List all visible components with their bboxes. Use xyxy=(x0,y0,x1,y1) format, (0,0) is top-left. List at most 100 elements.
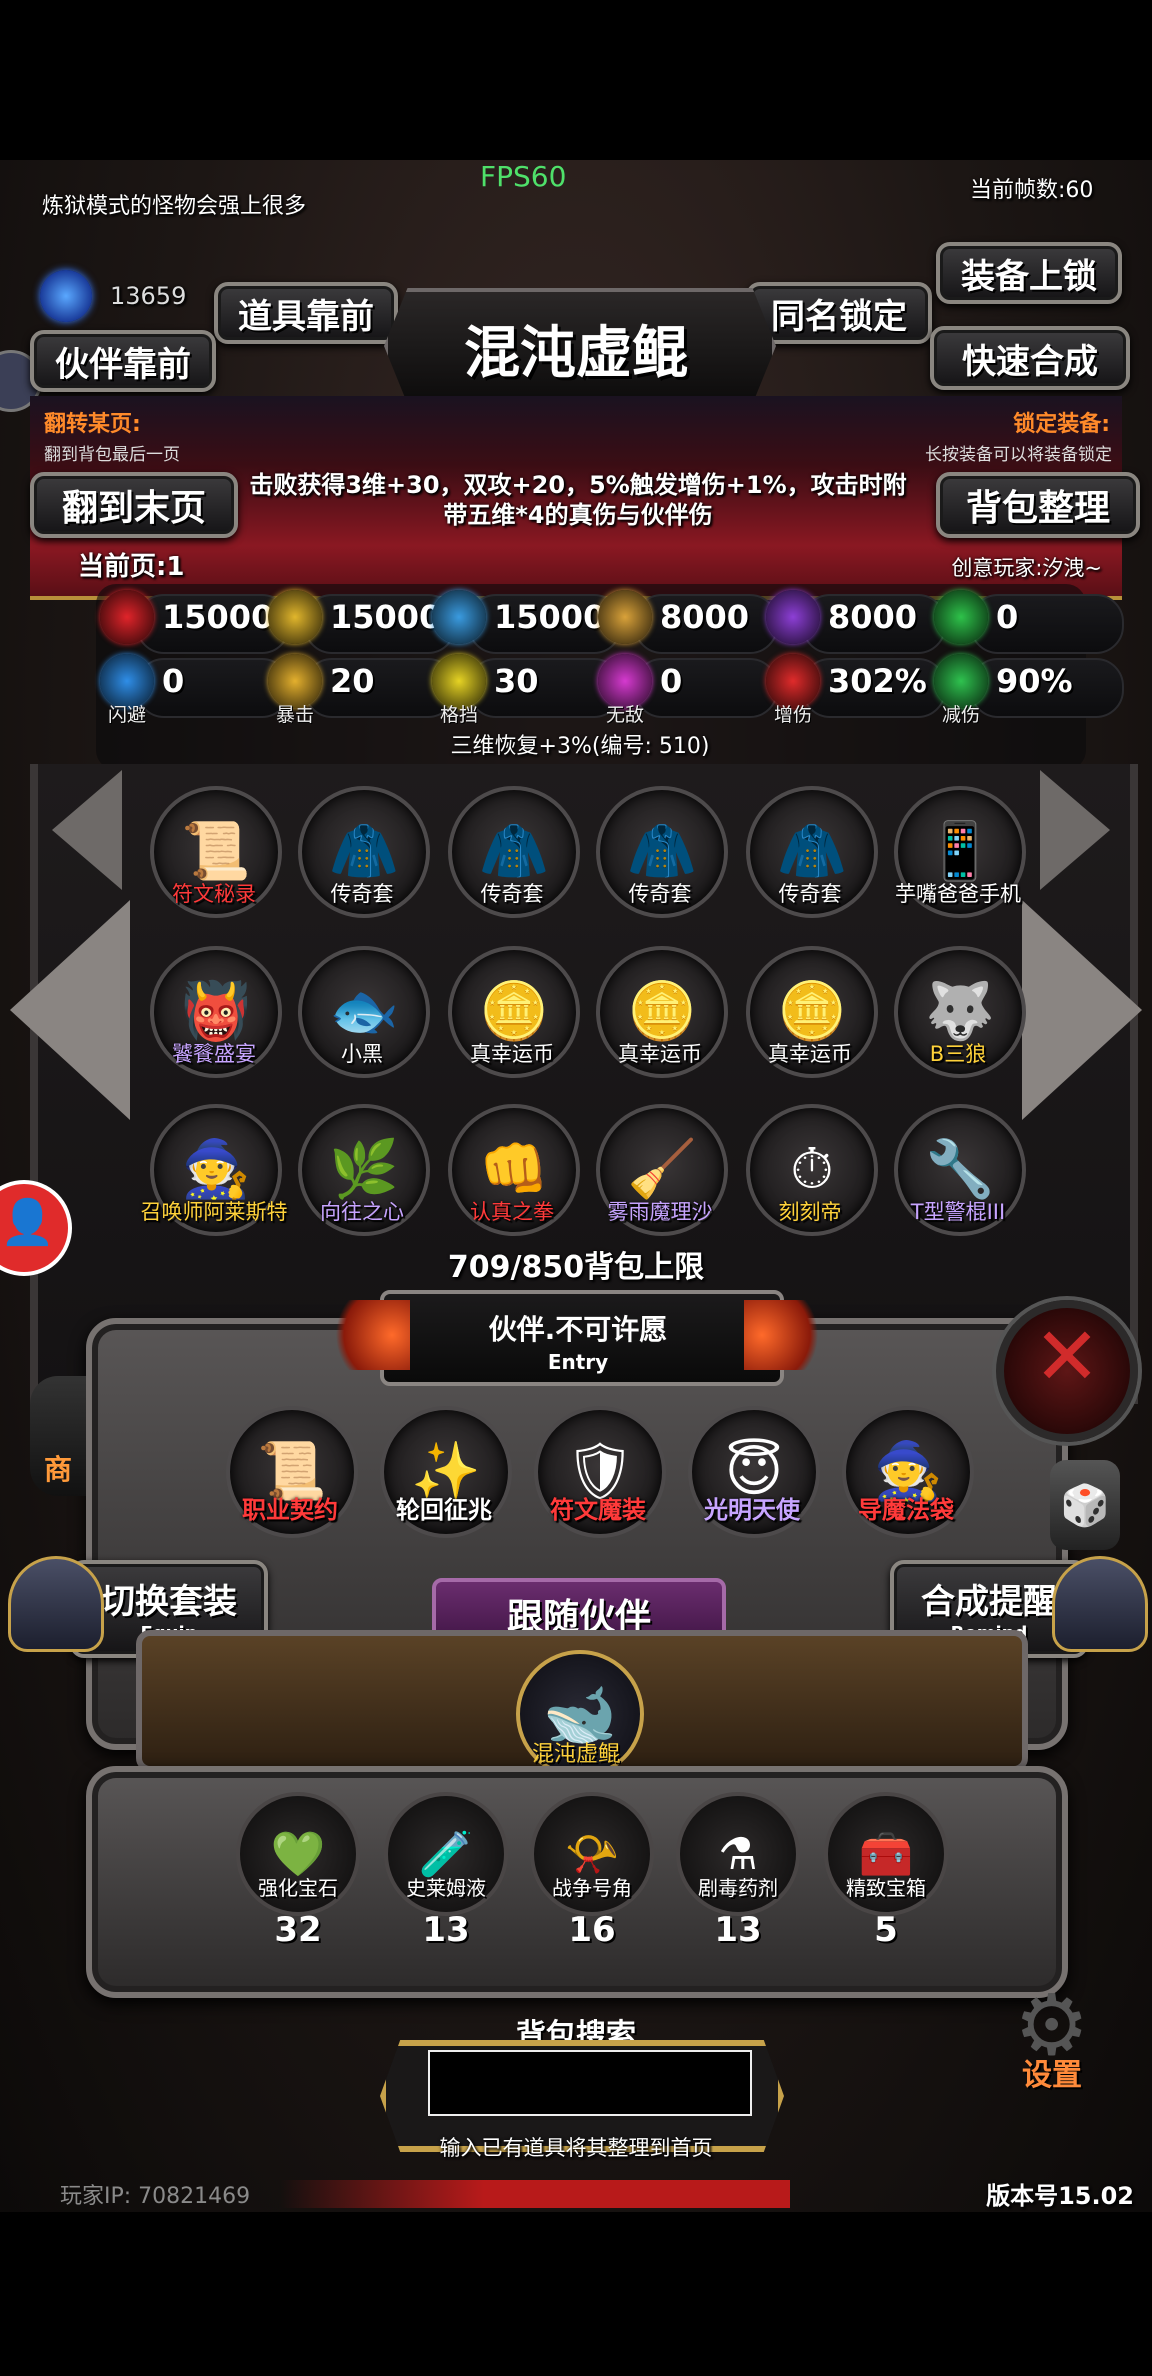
close-icon: ✕ xyxy=(1033,1310,1101,1403)
shop-side-button[interactable]: 商 xyxy=(30,1376,86,1496)
material-count: 13 xyxy=(714,1910,762,1950)
stat-pill xyxy=(136,658,290,718)
material-name: 剧毒药剂 xyxy=(698,1876,778,1900)
featured-item-name: 轮回征兆 xyxy=(396,1496,492,1524)
items-front-button[interactable]: 道具靠前 xyxy=(214,282,398,344)
inventory-item-name: 符文秘录 xyxy=(172,882,256,906)
entry-subtitle: Entry xyxy=(547,1350,609,1374)
item-art-icon: 🧹 xyxy=(627,1137,697,1202)
inventory-item-name: B三狼 xyxy=(929,1042,987,1066)
inventory-item-name: T型警棍III xyxy=(910,1200,1006,1224)
heart-icon xyxy=(100,590,154,644)
stat-pill xyxy=(970,594,1124,654)
item-art-icon: 🧙 xyxy=(181,1137,251,1202)
featured-item-name: 光明天使 xyxy=(704,1496,800,1524)
item-art-icon: 🧥 xyxy=(329,819,399,884)
stat-label: 格挡 xyxy=(440,704,479,726)
next-page-small-arrow[interactable] xyxy=(1040,770,1110,890)
item-art-icon: 🐺 xyxy=(925,979,995,1044)
prev-page-small-arrow[interactable] xyxy=(52,770,122,890)
strength-icon xyxy=(268,590,322,644)
inventory-item-name: 雾雨魔理沙 xyxy=(607,1200,713,1224)
item-art-icon: 🪙 xyxy=(627,979,697,1044)
item-art-icon: 📜 xyxy=(181,819,251,884)
item-art-icon: 🪙 xyxy=(777,979,847,1044)
inventory-item-name: 刻刻帝 xyxy=(778,1200,842,1224)
dice-icon: 🎲 xyxy=(1060,1482,1110,1529)
version-number: 版本号15.02 xyxy=(986,2182,1134,2210)
stat-value: 0 xyxy=(996,598,1019,636)
stat-label: 暴击 xyxy=(276,704,315,726)
stat-label: 增伤 xyxy=(774,704,813,726)
item-art-icon: 🔧 xyxy=(925,1137,995,1202)
item-art-icon: 🧥 xyxy=(777,819,847,884)
material-count: 32 xyxy=(274,1910,322,1950)
material-count: 13 xyxy=(422,1910,470,1950)
follow-partner-name: 混沌虚鲲 xyxy=(531,1742,620,1767)
synth-remind-label: 合成提醒 xyxy=(921,1582,1057,1622)
item-title: 混沌虚鲲 xyxy=(464,321,688,386)
left-helmet-decoration xyxy=(8,1556,104,1652)
regen-stat: 三维恢复+3%(编号: 510) xyxy=(450,734,710,759)
item-description: 击败获得3维+30，双攻+20，5%触发增伤+1%，攻击时附带五维*4的真伤与伙… xyxy=(249,471,907,529)
stat-value: 15000 xyxy=(162,598,274,636)
same-name-lock-button[interactable]: 同名锁定 xyxy=(746,282,932,344)
stat-label: 减伤 xyxy=(942,704,981,726)
material-name: 战争号角 xyxy=(552,1876,632,1900)
material-name: 精致宝箱 xyxy=(846,1876,926,1900)
stat-pill xyxy=(634,658,778,718)
stat-value: 20 xyxy=(330,662,375,700)
stat-value: 302% xyxy=(828,662,927,700)
creator-credit: 创意玩家:汐洩~ xyxy=(951,556,1102,580)
featured-item-name: 职业契约 xyxy=(242,1496,338,1524)
partner-front-button[interactable]: 伙伴靠前 xyxy=(30,330,216,392)
item-art-icon: 🧥 xyxy=(627,819,697,884)
switch-equip-label: 切换套装 xyxy=(101,1582,237,1622)
item-art-icon: 🧥 xyxy=(479,819,549,884)
search-hint: 输入已有道具将其整理到首页 xyxy=(439,2136,713,2160)
next-page-arrow[interactable] xyxy=(1022,900,1142,1120)
item-art-icon: 🪙 xyxy=(479,979,549,1044)
item-art-icon: 🌿 xyxy=(329,1137,399,1202)
equip-lock-button[interactable]: 装备上锁 xyxy=(936,242,1122,304)
player-ip: 玩家IP: 70821469 xyxy=(60,2184,251,2209)
bag-capacity: 709/850背包上限 xyxy=(447,1250,705,1285)
quick-synth-button[interactable]: 快速合成 xyxy=(930,326,1130,390)
inventory-item-name: 向往之心 xyxy=(320,1200,404,1224)
frame-counter: 当前帧数:60 xyxy=(970,178,1094,203)
inventory-item-name: 召唤师阿莱斯特 xyxy=(140,1200,288,1224)
shop-label: 商 xyxy=(43,1453,72,1486)
stat-value: 8000 xyxy=(828,598,918,636)
stat-label: 无敌 xyxy=(606,704,645,726)
bag-sort-button[interactable]: 背包整理 xyxy=(936,472,1140,538)
inventory-item-name: 传奇套 xyxy=(480,882,544,906)
flip-page-subtitle: 翻到背包最后一页 xyxy=(44,445,180,465)
flip-page-title: 翻转某页: xyxy=(44,412,141,437)
inventory-item-name: 传奇套 xyxy=(628,882,692,906)
prev-page-arrow[interactable] xyxy=(10,900,130,1120)
settings-label[interactable]: 设置 xyxy=(1022,2050,1082,2094)
stat-label: 闪避 xyxy=(108,704,147,726)
material-count: 16 xyxy=(568,1910,616,1950)
bag-search-input[interactable] xyxy=(428,2050,752,2116)
gem-icon xyxy=(40,270,92,322)
profile-icon: 👤 xyxy=(0,1197,55,1248)
game-screen: FPS60 炼狱模式的怪物会强上很多 当前帧数:60 13659 道具靠前 伙伴… xyxy=(0,160,1152,2212)
item-art-icon: 👹 xyxy=(181,979,251,1044)
inventory-item-name: 真幸运币 xyxy=(618,1042,702,1066)
inventory-item-name: 传奇套 xyxy=(330,882,394,906)
ip-bar xyxy=(280,2180,790,2208)
current-page: 当前页:1 xyxy=(78,552,185,582)
entry-title: 伙伴.不可许愿 xyxy=(488,1313,668,1346)
material-name: 强化宝石 xyxy=(258,1876,338,1900)
dice-side-button[interactable]: 🎲 xyxy=(1050,1460,1120,1550)
stat-value: 15000 xyxy=(494,598,606,636)
stat-value: 30 xyxy=(494,662,539,700)
inventory-item-name: 传奇套 xyxy=(778,882,842,906)
featured-item-name: 符文魔装 xyxy=(550,1496,646,1524)
jump-last-page-button[interactable]: 翻到末页 xyxy=(30,472,238,538)
stat-value: 15000 xyxy=(330,598,442,636)
item-art-icon: 🐟 xyxy=(329,979,399,1044)
stat-value: 8000 xyxy=(660,598,750,636)
stat-value: 0 xyxy=(660,662,683,700)
